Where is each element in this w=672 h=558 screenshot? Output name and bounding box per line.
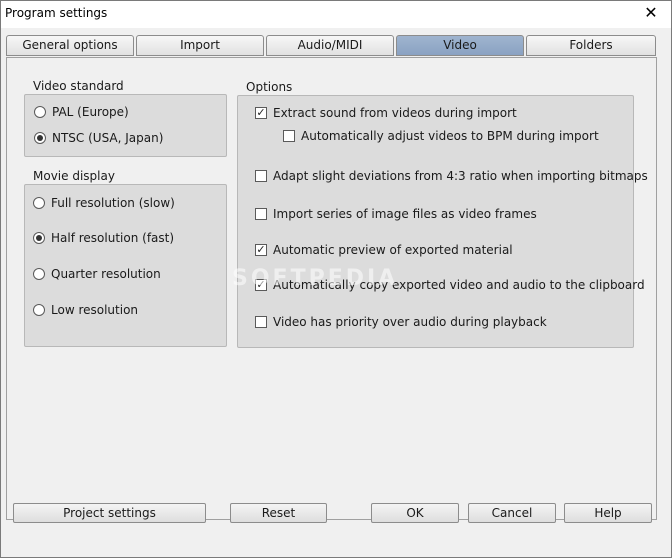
checkbox-icon[interactable] bbox=[255, 316, 267, 328]
check-extract-sound[interactable]: ✓ Extract sound from videos during impor… bbox=[255, 106, 517, 120]
checkbox-checked-icon[interactable]: ✓ bbox=[255, 244, 267, 256]
movie-display-label: Movie display bbox=[33, 169, 115, 183]
radio-low-resolution[interactable]: Low resolution bbox=[33, 303, 138, 317]
checkbox-icon[interactable] bbox=[255, 170, 267, 182]
title-bar: Program settings ✕ bbox=[0, 0, 672, 28]
check-adapt-ratio-label: Adapt slight deviations from 4:3 ratio w… bbox=[273, 169, 648, 183]
cancel-button[interactable]: Cancel bbox=[468, 503, 556, 523]
check-adapt-ratio[interactable]: Adapt slight deviations from 4:3 ratio w… bbox=[255, 169, 648, 183]
radio-low-resolution-label: Low resolution bbox=[51, 303, 139, 317]
radio-circle[interactable] bbox=[33, 197, 45, 209]
video-standard-label: Video standard bbox=[33, 79, 124, 93]
check-extract-sound-label: Extract sound from videos during import bbox=[273, 106, 517, 120]
check-image-series[interactable]: Import series of image files as video fr… bbox=[255, 207, 537, 221]
check-copy-clipboard-label: Automatically copy exported video and au… bbox=[273, 278, 645, 292]
tab-audio-midi[interactable]: Audio/MIDI bbox=[266, 35, 394, 56]
help-button[interactable]: Help bbox=[564, 503, 652, 523]
video-standard-group bbox=[24, 94, 227, 157]
tab-video[interactable]: Video bbox=[396, 35, 524, 56]
radio-ntsc[interactable]: NTSC (USA, Japan) bbox=[34, 131, 163, 145]
radio-pal-label: PAL (Europe) bbox=[52, 105, 129, 119]
radio-circle[interactable] bbox=[34, 106, 46, 118]
radio-pal[interactable]: PAL (Europe) bbox=[34, 105, 129, 119]
radio-half-resolution-label: Half resolution (fast) bbox=[51, 231, 175, 245]
check-video-priority[interactable]: Video has priority over audio during pla… bbox=[255, 315, 547, 329]
check-auto-preview[interactable]: ✓ Automatic preview of exported material bbox=[255, 243, 513, 257]
check-copy-clipboard[interactable]: ✓ Automatically copy exported video and … bbox=[255, 278, 645, 292]
tab-import[interactable]: Import bbox=[136, 35, 264, 56]
checkbox-checked-icon[interactable]: ✓ bbox=[255, 279, 267, 291]
check-video-priority-label: Video has priority over audio during pla… bbox=[273, 315, 547, 329]
check-image-series-label: Import series of image files as video fr… bbox=[273, 207, 537, 221]
project-settings-button[interactable]: Project settings bbox=[13, 503, 206, 523]
checkbox-checked-icon[interactable]: ✓ bbox=[255, 107, 267, 119]
radio-circle-selected[interactable] bbox=[34, 132, 46, 144]
radio-half-resolution[interactable]: Half resolution (fast) bbox=[33, 231, 174, 245]
radio-circle[interactable] bbox=[33, 304, 45, 316]
check-auto-preview-label: Automatic preview of exported material bbox=[273, 243, 513, 257]
window-title: Program settings bbox=[5, 6, 108, 20]
close-icon[interactable]: ✕ bbox=[641, 3, 661, 23]
checkbox-icon[interactable] bbox=[283, 130, 295, 142]
check-adjust-bpm-label: Automatically adjust videos to BPM durin… bbox=[301, 129, 599, 143]
radio-circle-selected[interactable] bbox=[33, 232, 45, 244]
radio-full-resolution-label: Full resolution (slow) bbox=[51, 196, 175, 210]
ok-button[interactable]: OK bbox=[371, 503, 459, 523]
radio-quarter-resolution-label: Quarter resolution bbox=[51, 267, 161, 281]
radio-quarter-resolution[interactable]: Quarter resolution bbox=[33, 267, 161, 281]
radio-ntsc-label: NTSC (USA, Japan) bbox=[52, 131, 164, 145]
radio-full-resolution[interactable]: Full resolution (slow) bbox=[33, 196, 175, 210]
reset-button[interactable]: Reset bbox=[230, 503, 327, 523]
tab-folders[interactable]: Folders bbox=[526, 35, 656, 56]
options-label: Options bbox=[246, 80, 293, 94]
tab-general-options[interactable]: General options bbox=[6, 35, 134, 56]
check-adjust-bpm[interactable]: Automatically adjust videos to BPM durin… bbox=[283, 129, 599, 143]
checkbox-icon[interactable] bbox=[255, 208, 267, 220]
radio-circle[interactable] bbox=[33, 268, 45, 280]
